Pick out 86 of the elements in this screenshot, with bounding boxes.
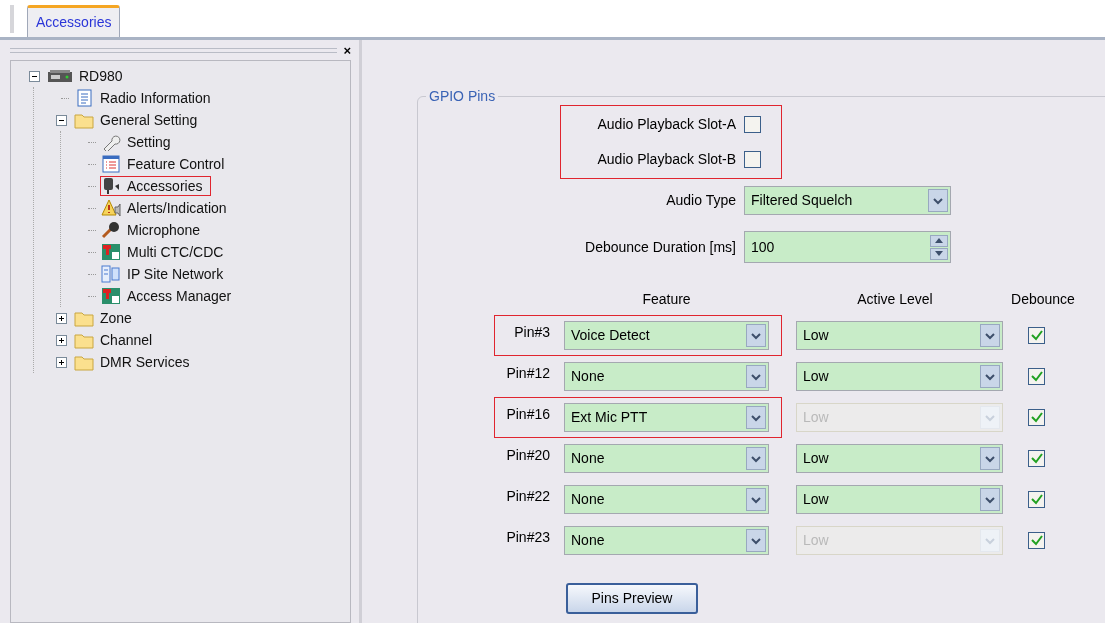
- column-header: Active Level: [856, 289, 934, 309]
- chevron-icon: [751, 536, 761, 545]
- field-label: Audio Type: [665, 191, 736, 210]
- folder-icon: [74, 309, 94, 327]
- dropdown[interactable]: None: [564, 444, 769, 473]
- pin-label: Pin#22: [505, 487, 550, 506]
- list-icon: [101, 155, 121, 173]
- column-header: Debounce: [1010, 289, 1076, 309]
- close-button[interactable]: ×: [343, 43, 351, 57]
- wrench-icon: [101, 133, 121, 151]
- tree-item[interactable]: Microphone: [127, 219, 201, 241]
- checkbox[interactable]: [744, 151, 761, 168]
- pin-label: Pin#3: [513, 323, 550, 342]
- chevron-icon: [985, 536, 995, 545]
- dropdown[interactable]: None: [564, 485, 769, 514]
- folder-icon: [74, 331, 94, 349]
- up-arrow-icon: [935, 238, 943, 243]
- chevron-icon: [985, 331, 995, 340]
- radio-icon: [47, 69, 73, 83]
- server-icon: [101, 265, 121, 283]
- checkbox[interactable]: [1028, 368, 1045, 385]
- dropdown[interactable]: Low: [796, 485, 1003, 514]
- checkbox[interactable]: [1028, 450, 1045, 467]
- dropdown[interactable]: None: [564, 362, 769, 391]
- chevron-icon: [751, 495, 761, 504]
- pins-preview-button[interactable]: Pins Preview: [566, 583, 698, 614]
- chevron-icon: [751, 413, 761, 422]
- tree-item[interactable]: Radio Information: [100, 87, 211, 109]
- tree-item[interactable]: IP Site Network: [127, 263, 224, 285]
- pin-label: Pin#12: [505, 364, 550, 383]
- expand-toggle[interactable]: [55, 312, 67, 324]
- group-title: GPIO Pins: [428, 87, 497, 106]
- folder-icon: [74, 353, 94, 371]
- tree-item[interactable]: DMR Services: [100, 351, 190, 373]
- tree-item[interactable]: Access Manager: [127, 285, 232, 307]
- tree-item[interactable]: Zone: [100, 307, 132, 329]
- chevron-icon: [985, 495, 995, 504]
- spinner-field[interactable]: 100: [744, 231, 951, 263]
- collapse-toggle[interactable]: [28, 70, 40, 82]
- dropdown[interactable]: Low: [796, 321, 1003, 350]
- spin-up-button[interactable]: [930, 234, 948, 247]
- dropdown[interactable]: Filtered Squelch: [744, 186, 951, 215]
- dropdown[interactable]: Low: [796, 362, 1003, 391]
- tree-item[interactable]: RD980: [79, 65, 123, 87]
- chevron-icon: [985, 454, 995, 463]
- spin-down-button[interactable]: [930, 247, 948, 260]
- checkbox[interactable]: [744, 116, 761, 133]
- tree-item[interactable]: Alerts/Indication: [127, 197, 227, 219]
- tile-icon: [101, 287, 121, 305]
- expand-toggle[interactable]: [55, 334, 67, 346]
- handset-icon: [101, 177, 121, 195]
- checkbox[interactable]: [1028, 491, 1045, 508]
- dropdown[interactable]: Low: [796, 444, 1003, 473]
- chevron-icon: [751, 454, 761, 463]
- pin-label: Pin#20: [505, 446, 550, 465]
- tree-item[interactable]: Channel: [100, 329, 153, 351]
- microphone-icon: [101, 221, 121, 239]
- chevron-icon: [751, 372, 761, 381]
- tree-item[interactable]: Feature Control: [127, 153, 225, 175]
- down-arrow-icon: [935, 251, 943, 256]
- tree-item[interactable]: Multi CTC/CDC: [127, 241, 224, 263]
- checkbox-label: Audio Playback Slot-A: [597, 115, 736, 134]
- tile-icon: [101, 243, 121, 261]
- chevron-icon: [933, 196, 943, 205]
- chevron-icon: [751, 331, 761, 340]
- field-label: Debounce Duration [ms]: [584, 237, 736, 257]
- dropdown[interactable]: Ext Mic PTT: [564, 403, 769, 432]
- checkbox[interactable]: [1028, 532, 1045, 549]
- pin-label: Pin#16: [505, 405, 550, 424]
- checkbox[interactable]: [1028, 409, 1045, 426]
- chevron-icon: [985, 413, 995, 422]
- collapse-toggle[interactable]: [55, 114, 67, 126]
- document-icon: [74, 89, 94, 107]
- warning-icon: [101, 199, 121, 217]
- tab[interactable]: Accessories: [27, 5, 121, 37]
- folder-icon: [74, 111, 94, 129]
- tree-item[interactable]: General Setting: [100, 109, 198, 131]
- column-header: Feature: [641, 289, 692, 309]
- checkbox-label: Audio Playback Slot-B: [597, 150, 736, 169]
- pin-label: Pin#23: [505, 528, 550, 547]
- tree-item[interactable]: Setting: [127, 131, 171, 153]
- dropdown[interactable]: None: [564, 526, 769, 555]
- chevron-icon: [985, 372, 995, 381]
- checkbox[interactable]: [1028, 327, 1045, 344]
- expand-toggle[interactable]: [55, 356, 67, 368]
- dropdown[interactable]: Voice Detect: [564, 321, 769, 350]
